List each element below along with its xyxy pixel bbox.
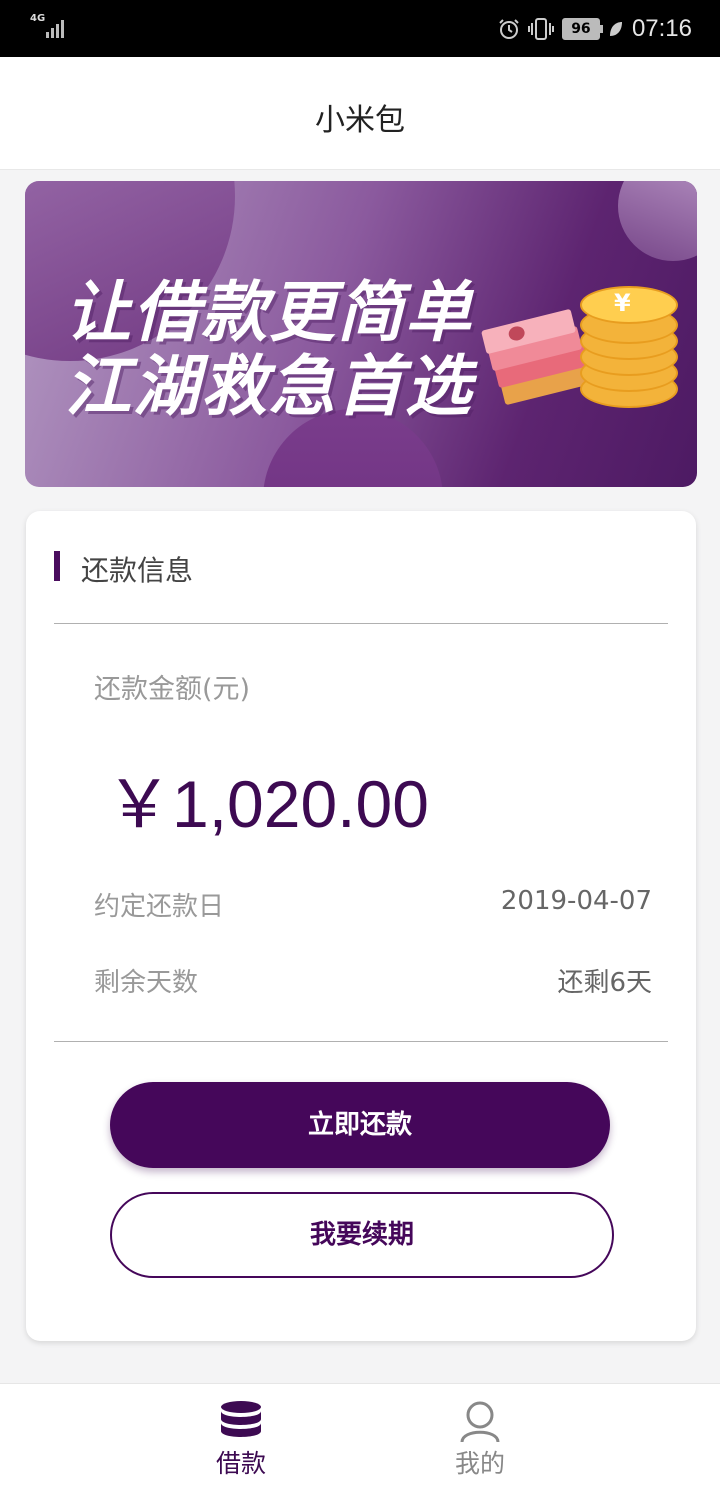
banner-decoration (618, 181, 697, 261)
vibrate-icon (527, 18, 554, 40)
days-left-value: 还剩6天 (557, 968, 652, 998)
alarm-icon (499, 19, 519, 39)
repayment-card: 还款信息 还款金额(元) ￥1,020.00 约定还款日 2019-04-07 … (26, 511, 696, 1341)
amount-label: 还款金额(元) (94, 674, 251, 705)
tab-label: 借款 (215, 1449, 266, 1478)
bottom-tab-bar: 借款 我的 (0, 1383, 720, 1497)
amount-value: ￥1,020.00 (106, 767, 429, 841)
days-left-label: 剩余天数 (94, 968, 199, 998)
user-icon (460, 1401, 500, 1443)
banner-subheadline: 江湖救急首选 (65, 348, 473, 425)
database-icon (221, 1401, 261, 1437)
tab-mine[interactable]: 我的 (420, 1384, 540, 1497)
tab-label: 我的 (454, 1449, 505, 1478)
due-date-label: 约定还款日 (94, 892, 225, 922)
section-marker (54, 551, 60, 581)
due-date-value: 2019-04-07 (500, 886, 652, 916)
network-type-label: 4G (30, 13, 46, 24)
tab-loan[interactable]: 借款 (181, 1384, 301, 1497)
status-icons: 96 07:16 (498, 12, 692, 46)
section-title: 还款信息 (81, 554, 194, 587)
promo-banner[interactable]: 让借款更简单 江湖救急首选 ¥ (25, 181, 697, 487)
repay-now-button[interactable]: 立即还款 (110, 1082, 610, 1168)
divider (54, 1041, 668, 1042)
signal-icon (46, 18, 66, 38)
battery-icon: 96 (561, 18, 603, 40)
coin-stack-illustration: ¥ (580, 286, 678, 408)
leaf-icon (609, 22, 622, 36)
divider (54, 623, 668, 624)
app-header: 小米包 (0, 57, 720, 170)
status-bar: 4G 96 07:16 (0, 0, 720, 57)
page-title: 小米包 (315, 103, 405, 138)
renew-button[interactable]: 我要续期 (110, 1192, 614, 1278)
status-clock: 07:16 (631, 15, 692, 42)
